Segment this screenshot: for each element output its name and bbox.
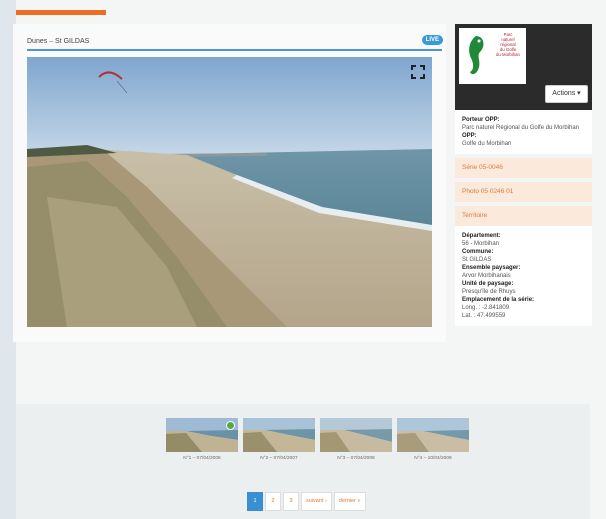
info-sidebar: Parc naturel régional du Golfe du Morbih… [455,24,592,326]
status-badge: LIVE [421,35,443,45]
thumbnail-strip: N°1 – 07/04/2006 N°2 – 07/04/2007 N°3 – … [16,404,590,519]
prop-label: Emplacement de la série: [462,297,535,303]
page-2-button[interactable]: 2 [265,492,281,511]
breadcrumb-separator: – [49,38,54,45]
opp-value: Golfe du Morbihan [462,141,512,147]
thumbnail-3[interactable] [320,418,392,452]
next-page-button[interactable]: suivant › [301,492,332,511]
prop-value: 56 - Morbihan [462,241,500,247]
main-photo[interactable] [27,57,432,327]
prop-label: Ensemble paysager: [462,265,521,271]
beach-photo-image [27,57,432,327]
prop-value: Arvor Morbihanais [462,273,511,279]
thumbnail-image [243,418,315,452]
prop-label: Commune: [462,249,494,255]
park-logo: Parc naturel régional du Golfe du Morbih… [459,28,526,84]
porteur-value: Parc naturel Régional du Golfe du Morbih… [462,125,580,131]
seahorse-logo-icon [462,32,490,80]
last-page-button[interactable]: dernier » [333,492,366,511]
page-1-button[interactable]: 1 [247,492,263,511]
serie-link[interactable]: Série 05-0046 [455,158,592,178]
thumbnail-1[interactable] [166,418,238,452]
actions-dropdown-button[interactable]: Actions ▾ [545,85,588,103]
logo-header: Parc naturel régional du Golfe du Morbih… [455,24,592,110]
breadcrumb-part2[interactable]: St GILDAS [55,38,89,45]
active-tab-indicator[interactable] [16,10,106,15]
opp-label: OPP: [462,133,477,139]
photo-panel: Dunes – St GILDAS LIVE [13,24,446,342]
territoire-link[interactable]: Territoire [455,206,592,226]
porteur-label: Porteur OPP: [462,117,500,123]
fullscreen-icon[interactable] [411,65,425,79]
thumbnail-4[interactable] [397,418,469,452]
prop-label: Unité de paysage: [462,281,514,287]
thumbnail-caption: N°3 – 07/04/2008 [337,456,375,461]
thumbnail-caption: N°1 – 07/04/2006 [183,456,221,461]
prop-value: Long. : -2.841809 [462,305,510,311]
prop-label: Département: [462,233,501,239]
breadcrumb-part1[interactable]: Dunes [27,38,47,45]
thumbnail-caption: N°4 – 10/04/2009 [414,456,452,461]
location-properties: Département: 56 - Morbihan Commune: St G… [455,226,592,326]
porteur-info: Porteur OPP: Parc naturel Régional du Go… [455,110,592,154]
photo-link[interactable]: Photo 05 0246 01 [455,182,592,202]
pagination: 1 2 3 suivant › dernier » [247,492,366,511]
thumbnail-2[interactable] [243,418,315,452]
logo-text: Parc naturel régional du Golfe du Morbih… [496,32,520,57]
prop-value: Presqu'île de Rhuys [462,289,516,295]
title-underline [27,49,442,51]
selected-check-icon [226,421,235,430]
thumbnail-image [397,418,469,452]
breadcrumb: Dunes – St GILDAS [27,38,89,45]
page-3-button[interactable]: 3 [283,492,299,511]
prop-value: St GILDAS [462,257,492,263]
prop-value: Lat. : 47.499559 [462,313,506,319]
thumbnail-image [320,418,392,452]
thumbnail-caption: N°2 – 07/04/2007 [260,456,298,461]
